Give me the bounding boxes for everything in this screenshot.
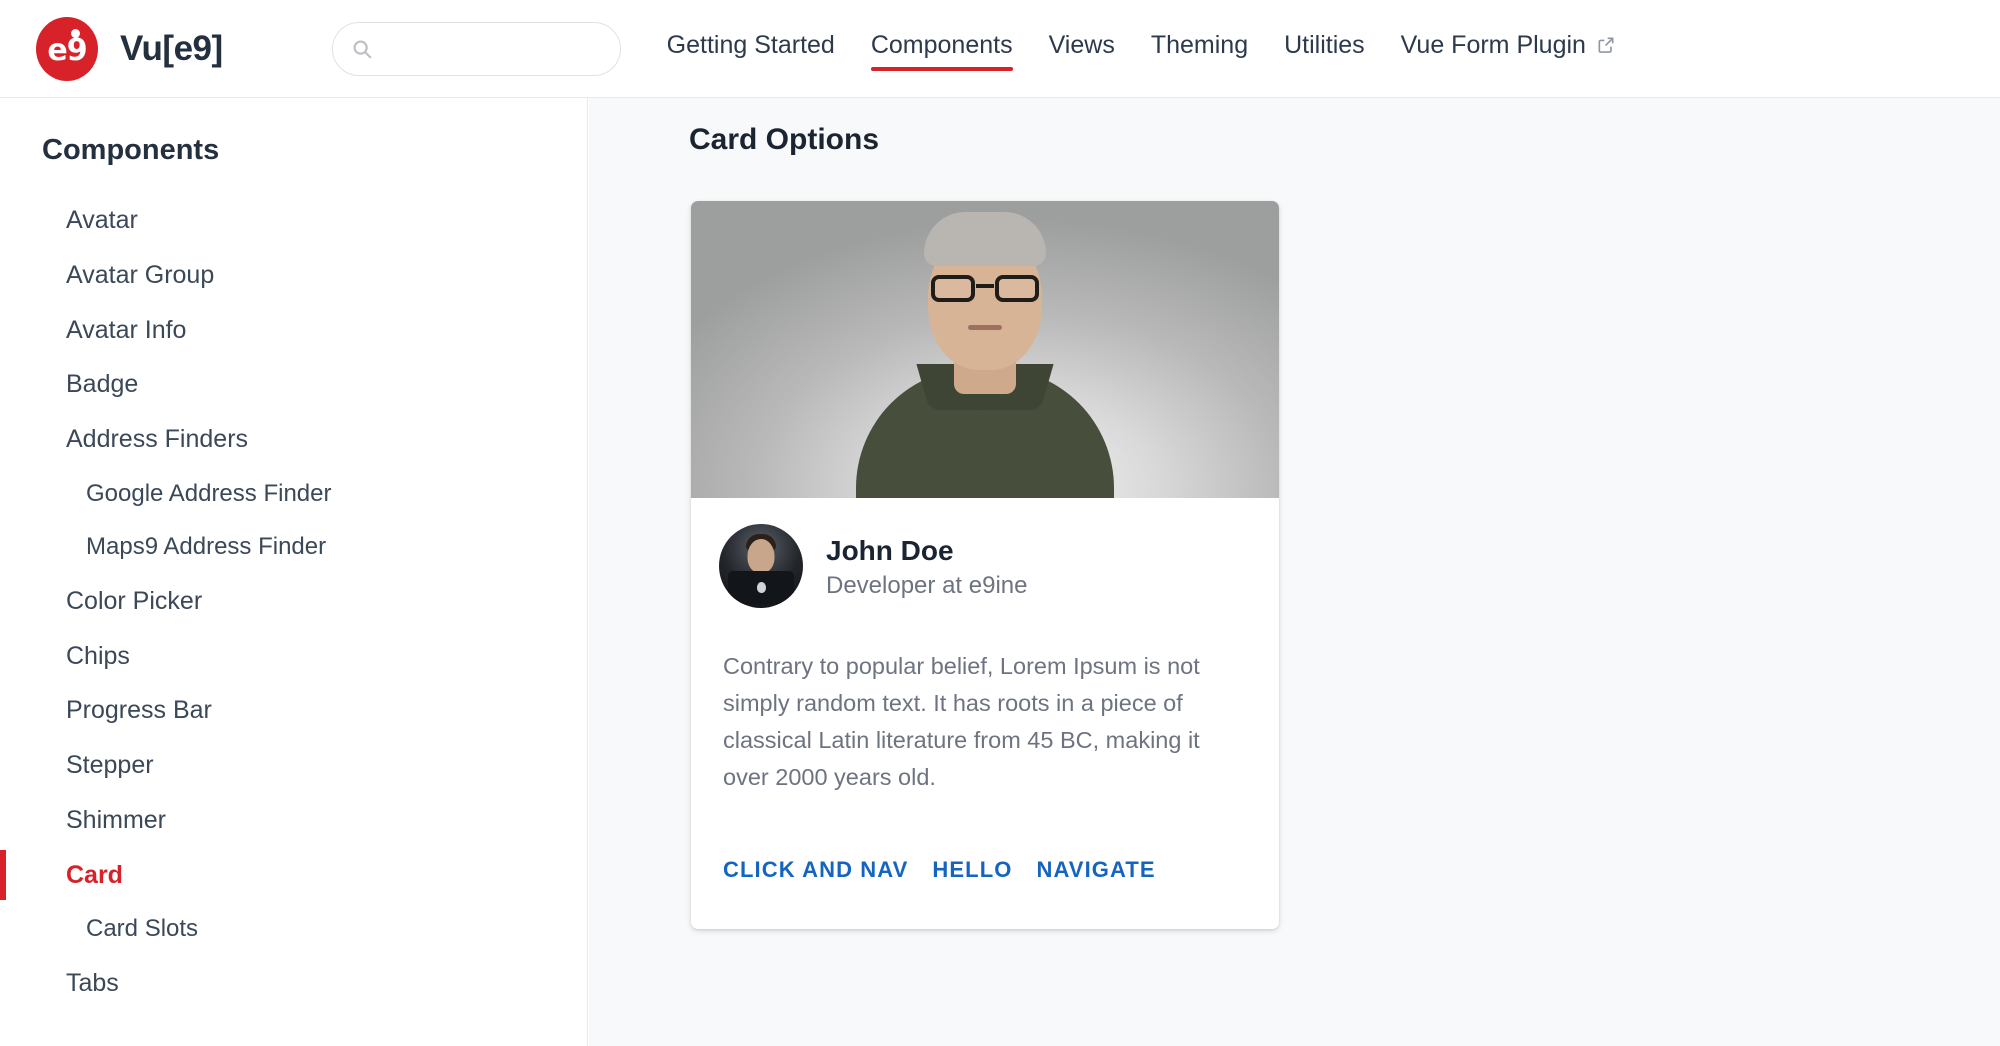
logo-text: e9 — [47, 32, 87, 68]
nav-label: Theming — [1150, 30, 1249, 59]
nav-label: Vue Form Plugin — [1400, 30, 1586, 59]
sidebar-item-card-slots[interactable]: Card Slots — [0, 902, 587, 956]
hello-button[interactable]: HELLO — [932, 855, 1012, 885]
primary-nav: Getting Started Components Views Theming… — [649, 30, 1634, 71]
nav-item-utilities[interactable]: Utilities — [1284, 31, 1365, 67]
sidebar-item-shimmer[interactable]: Shimmer — [0, 793, 587, 848]
navigate-button[interactable]: NAVIGATE — [1036, 855, 1155, 885]
main-content: Card Options John Doe Developer at e9ine… — [589, 98, 2000, 1046]
nav-label: Utilities — [1284, 30, 1365, 59]
external-link-icon — [1598, 37, 1614, 53]
sidebar-item-address-finders[interactable]: Address Finders — [0, 412, 587, 467]
sidebar-item-stepper[interactable]: Stepper — [0, 738, 587, 793]
nav-label: Views — [1048, 30, 1115, 59]
sidebar-item-card[interactable]: Card — [0, 848, 587, 903]
sidebar-item-tabs[interactable]: Tabs — [0, 956, 587, 1011]
nav-label: Components — [870, 30, 1013, 59]
brand-logo[interactable]: e9 Vu[e9] — [36, 16, 223, 81]
sidebar-item-color-picker[interactable]: Color Picker — [0, 574, 587, 629]
search-icon — [353, 39, 372, 58]
card-description: Contrary to popular belief, Lorem Ipsum … — [723, 653, 1200, 791]
nav-item-getting-started[interactable]: Getting Started — [667, 31, 835, 67]
sidebar: Components Avatar Avatar Group Avatar In… — [0, 98, 588, 1046]
portrait-mouth — [968, 325, 1002, 330]
brand-name: Vu[e9] — [120, 28, 223, 68]
avatar-laptop-icon — [728, 571, 794, 604]
avatar — [719, 524, 803, 608]
sidebar-item-avatar-group[interactable]: Avatar Group — [0, 248, 587, 303]
sidebar-item-badge[interactable]: Badge — [0, 357, 587, 412]
sidebar-item-maps9-address-finder[interactable]: Maps9 Address Finder — [0, 520, 587, 574]
nav-item-theming[interactable]: Theming — [1151, 31, 1248, 67]
sidebar-item-avatar[interactable]: Avatar — [0, 193, 587, 248]
nav-item-vue-form-plugin[interactable]: Vue Form Plugin — [1401, 31, 1616, 67]
portrait-glasses-icon — [931, 275, 1039, 302]
card-person-role: Developer at e9ine — [826, 571, 1028, 599]
sidebar-title: Components — [42, 134, 220, 166]
nav-label: Getting Started — [666, 30, 835, 59]
click-and-nav-button[interactable]: CLICK AND NAV — [723, 855, 908, 885]
sidebar-item-chips[interactable]: Chips — [0, 629, 587, 684]
sidebar-item-avatar-info[interactable]: Avatar Info — [0, 303, 587, 358]
nav-item-views[interactable]: Views — [1049, 31, 1115, 67]
demo-card: John Doe Developer at e9ine Contrary to … — [691, 201, 1279, 929]
page-title: Card Options — [689, 123, 880, 156]
e9-logo-icon: e9 — [36, 16, 98, 81]
card-body: John Doe Developer at e9ine Contrary to … — [691, 498, 1279, 929]
card-person-row: John Doe Developer at e9ine — [719, 524, 1251, 608]
card-person-name: John Doe — [826, 534, 954, 566]
card-actions: CLICK AND NAV HELLO NAVIGATE — [723, 797, 1247, 929]
nav-item-components[interactable]: Components — [870, 30, 1013, 71]
sidebar-item-google-address-finder[interactable]: Google Address Finder — [0, 467, 587, 521]
logo-dot-icon — [71, 28, 80, 38]
card-person-text: John Doe Developer at e9ine — [826, 533, 1027, 600]
avatar-head — [747, 539, 775, 573]
apple-logo-icon — [756, 582, 766, 593]
sidebar-item-progress-bar[interactable]: Progress Bar — [0, 683, 587, 738]
portrait-hair — [924, 212, 1046, 266]
card-cover-image — [691, 201, 1279, 498]
search-box[interactable] — [331, 21, 621, 76]
search-input[interactable] — [382, 38, 602, 59]
top-navigation-bar: e9 Vu[e9] Getting Started Components Vie… — [0, 0, 2000, 98]
